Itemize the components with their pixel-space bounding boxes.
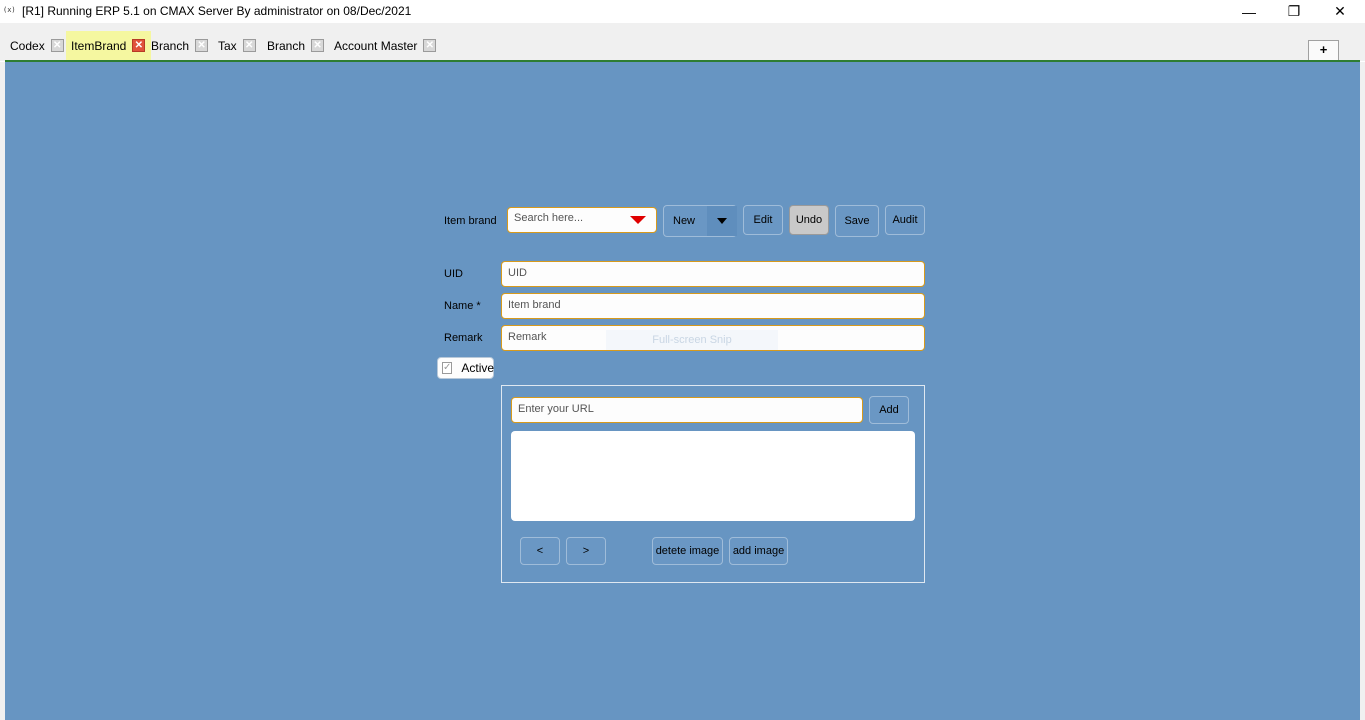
checkbox-icon[interactable]: ✓ [442,362,453,374]
delete-image-button[interactable]: detete image [652,537,723,565]
right-border [1360,62,1365,720]
tab-bar: Codex ✕ ItemBrand ✕ Branch ✕ Tax ✕ Branc… [0,23,1365,61]
close-icon: ✕ [1334,3,1346,19]
tab-label: Account Master [334,38,418,53]
item-brand-label: Item brand [444,215,497,227]
minimize-icon: — [1242,3,1256,20]
new-split-button[interactable]: New [663,205,737,237]
tab-codex[interactable]: Codex ✕ [5,31,70,60]
search-input[interactable] [514,212,624,224]
audit-button[interactable]: Audit [885,205,925,235]
tab-tax[interactable]: Tax ✕ [213,31,262,60]
tab-itembrand[interactable]: ItemBrand ✕ [66,31,152,60]
undo-button[interactable]: Undo [789,205,829,235]
tab-label: ItemBrand [71,38,127,53]
remark-label: Remark [444,332,483,344]
restore-icon: ❐ [1287,3,1301,19]
add-image-button[interactable]: add image [729,537,788,565]
url-field[interactable] [511,397,863,423]
new-dropdown-button[interactable] [707,206,737,236]
close-window-button[interactable]: ✕ [1317,0,1363,23]
add-tab-button[interactable]: + [1308,40,1339,61]
next-image-button[interactable]: > [566,537,606,565]
tab-account-master[interactable]: Account Master ✕ [329,31,442,60]
tab-close-icon[interactable]: ✕ [311,39,325,52]
window-title: [R1] Running ERP 5.1 on CMAX Server By a… [22,4,412,18]
tab-label: Branch [267,38,306,53]
maximize-button[interactable]: ❐ [1271,0,1317,23]
snip-tooltip: Full-screen Snip [606,330,778,350]
tab-close-icon[interactable]: ✕ [50,39,64,52]
prev-image-button[interactable]: < [520,537,560,565]
edit-button[interactable]: Edit [743,205,783,235]
uid-field[interactable] [501,261,925,287]
name-label: Name * [444,300,481,312]
url-input[interactable] [518,403,848,415]
minimize-button[interactable]: — [1226,0,1272,23]
add-url-button[interactable]: Add [869,396,909,424]
tab-label: Branch [151,38,190,53]
tab-branch[interactable]: Branch ✕ [146,31,214,60]
app-icon: (x) [3,6,16,14]
tab-label: Codex [10,38,45,53]
new-button[interactable]: New [673,215,695,227]
name-input[interactable] [508,299,908,311]
tab-close-icon[interactable]: ✕ [242,39,256,52]
save-button[interactable]: Save [835,205,879,237]
title-bar: (x) [R1] Running ERP 5.1 on CMAX Server … [0,0,1365,23]
tab-label: Tax [218,38,237,53]
active-label: Active [461,361,495,375]
uid-input[interactable] [508,267,908,279]
item-brand-search[interactable] [507,207,657,233]
uid-label: UID [444,268,463,280]
dropdown-arrow-icon[interactable] [630,216,646,224]
tab-branch-2[interactable]: Branch ✕ [262,31,330,60]
image-preview [511,431,915,521]
active-checkbox[interactable]: ✓ Active [437,357,494,379]
tab-close-icon[interactable]: ✕ [195,39,209,52]
tab-close-icon[interactable]: ✕ [132,39,146,52]
name-field[interactable] [501,293,925,319]
chevron-down-icon [717,218,727,224]
tab-close-icon[interactable]: ✕ [423,39,437,52]
